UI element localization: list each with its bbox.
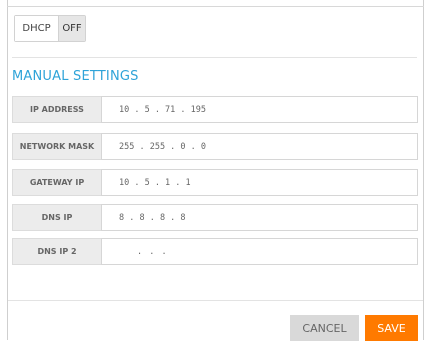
dhcp-toggle-state[interactable]: OFF [59, 16, 85, 41]
dns-ip-row: DNS IP [12, 204, 418, 231]
dialog-left-border [7, 0, 8, 340]
network-mask-row: NETWORK MASK [12, 133, 418, 160]
network-mask-label: NETWORK MASK [12, 133, 101, 160]
dns-ip-2-input[interactable] [101, 238, 418, 265]
dhcp-toggle[interactable]: DHCP OFF [14, 15, 86, 42]
network-mask-input[interactable] [101, 133, 418, 160]
cancel-button[interactable]: CANCEL [290, 315, 359, 341]
dns-ip-2-row: DNS IP 2 [12, 238, 418, 265]
dns-ip-label: DNS IP [12, 204, 101, 231]
gateway-ip-input[interactable] [101, 169, 418, 196]
ip-address-label: IP ADDRESS [12, 96, 101, 123]
dhcp-toggle-label: DHCP [15, 16, 59, 41]
network-settings-dialog: DHCP OFF MANUAL SETTINGS IP ADDRESS NETW… [0, 0, 426, 341]
ip-address-input[interactable] [101, 96, 418, 123]
gateway-ip-row: GATEWAY IP [12, 169, 418, 196]
dns-ip-2-label: DNS IP 2 [12, 238, 101, 265]
save-button[interactable]: SAVE [365, 315, 418, 341]
section-title: MANUAL SETTINGS [12, 69, 139, 84]
footer-divider [8, 300, 423, 301]
gateway-ip-label: GATEWAY IP [12, 169, 101, 196]
dns-ip-input[interactable] [101, 204, 418, 231]
divider [12, 57, 417, 58]
ip-address-row: IP ADDRESS [12, 96, 418, 123]
dialog-right-border [423, 0, 424, 340]
dialog-top-border [7, 6, 424, 7]
